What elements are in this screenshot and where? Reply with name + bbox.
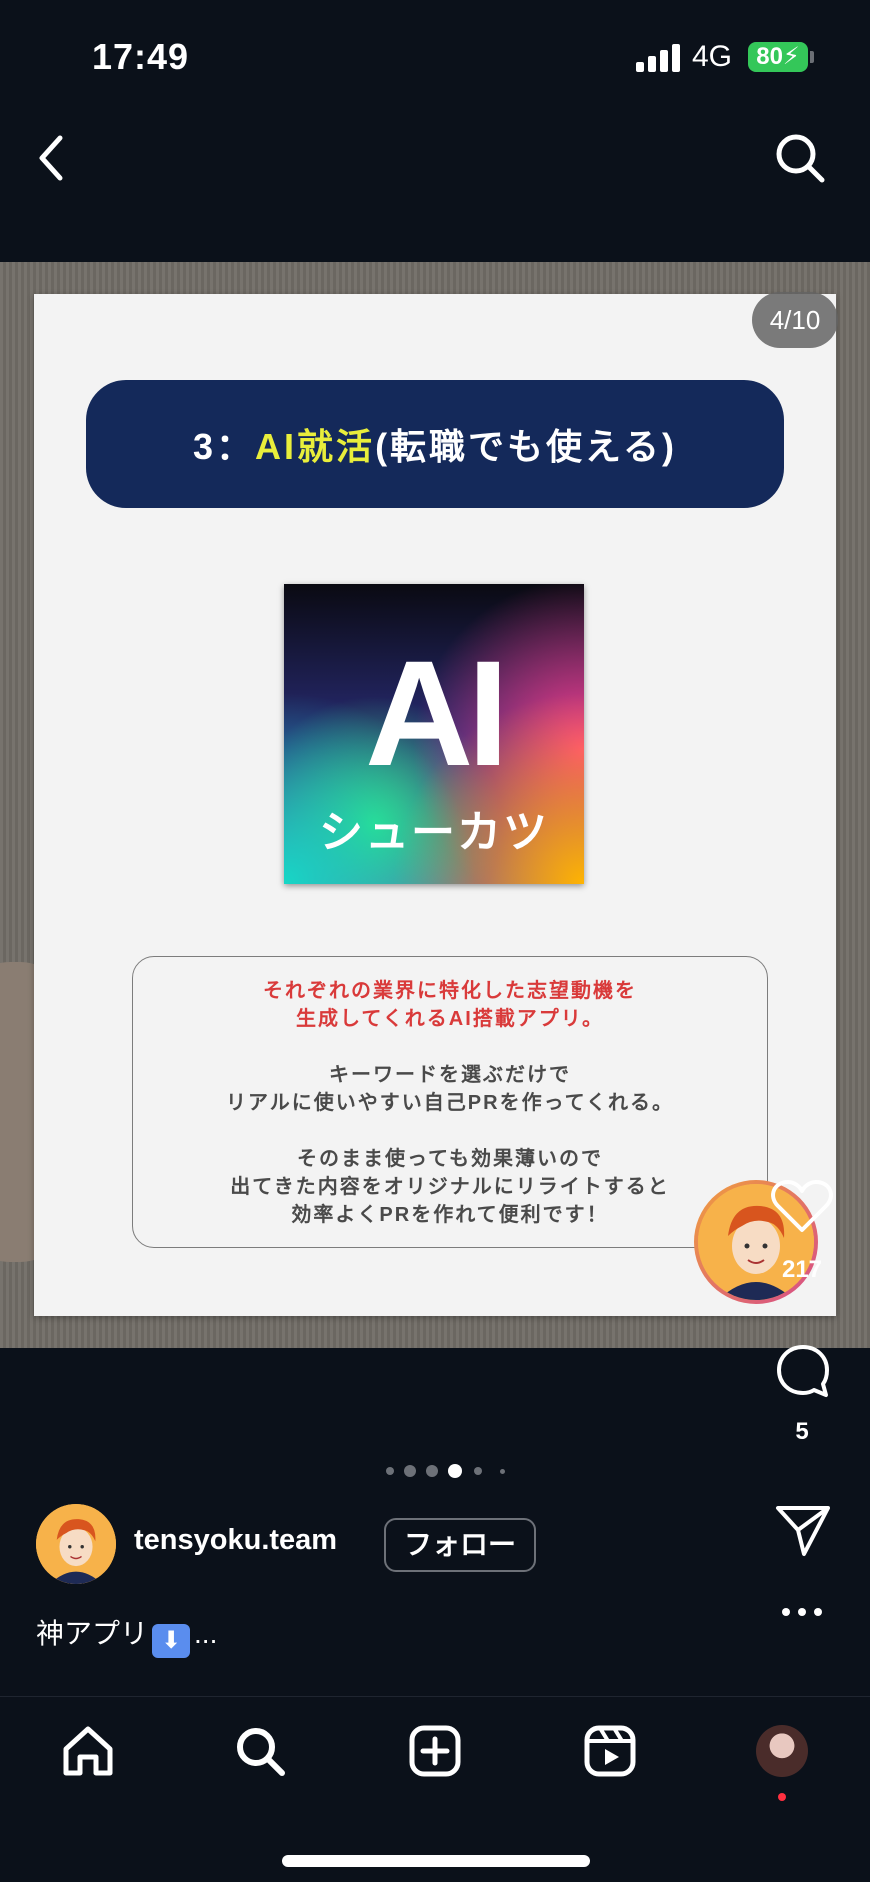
desc-line: 効率よくPRを作れて便利です！ bbox=[291, 1204, 609, 1226]
search-icon[interactable] bbox=[772, 130, 828, 186]
carousel-dot bbox=[500, 1469, 505, 1474]
post-caption[interactable]: 神アプリ ⬇... bbox=[36, 1612, 217, 1658]
battery-level: 80 bbox=[756, 43, 783, 70]
carousel-dot-active bbox=[448, 1464, 462, 1478]
slide-title: 3： AI就活 (転職でも使える) bbox=[86, 380, 784, 508]
paper-plane-icon[interactable] bbox=[774, 1502, 832, 1558]
description-box: それぞれの業界に特化した志望動機を 生成してくれるAI搭載アプリ。 キーワードを… bbox=[132, 956, 768, 1248]
profile-avatar[interactable] bbox=[756, 1725, 808, 1777]
carousel-dot bbox=[474, 1467, 482, 1475]
desc-line: リアルに使いやすい自己PRを作ってくれる。 bbox=[226, 1092, 674, 1114]
user-avatar[interactable] bbox=[36, 1504, 116, 1584]
like-count: 217 bbox=[781, 1256, 823, 1283]
search-icon[interactable] bbox=[232, 1723, 288, 1779]
title-suffix: (転職でも使える) bbox=[375, 426, 677, 467]
back-chevron-icon[interactable] bbox=[30, 128, 74, 188]
more-dots-icon[interactable] bbox=[780, 1606, 824, 1618]
bottom-navigation bbox=[0, 1696, 870, 1882]
avatar-drawing bbox=[36, 1504, 116, 1584]
notification-dot bbox=[778, 1793, 786, 1801]
carousel-dot bbox=[404, 1465, 416, 1477]
desc-gap bbox=[133, 1033, 767, 1061]
carousel-dot bbox=[426, 1465, 438, 1477]
desc-line: 出てきた内容をオリジナルにリライトすると bbox=[230, 1176, 670, 1198]
comment-count: 5 bbox=[795, 1418, 809, 1445]
title-accent: AI就活 bbox=[255, 426, 376, 467]
desc-line: それぞれの業界に特化した志望動機を bbox=[263, 980, 637, 1002]
slide-card: 3： AI就活 (転職でも使える) AI シューカツ それぞれの業界に特化した志… bbox=[34, 294, 836, 1316]
page-counter: 4/10 bbox=[752, 292, 838, 348]
caption-text: 神アプリ bbox=[36, 1618, 149, 1649]
follow-button[interactable]: フォロー bbox=[384, 1518, 536, 1572]
status-time: 17:49 bbox=[92, 36, 190, 77]
home-icon[interactable] bbox=[60, 1723, 116, 1779]
app-icon-image: AI シューカツ bbox=[284, 584, 584, 884]
cellular-signal-icon bbox=[636, 44, 680, 72]
username[interactable]: tensyoku.team bbox=[134, 1524, 337, 1557]
app-icon-big-text: AI bbox=[365, 629, 509, 797]
create-post-icon[interactable] bbox=[407, 1723, 463, 1779]
battery-tip bbox=[810, 51, 814, 63]
network-type: 4G bbox=[692, 40, 733, 73]
title-prefix: 3： bbox=[193, 426, 256, 467]
comment-bubble-icon[interactable] bbox=[774, 1342, 832, 1400]
desc-line: キーワードを選ぶだけで bbox=[329, 1064, 571, 1086]
battery-indicator: 80⚡ bbox=[748, 42, 808, 72]
heart-icon[interactable] bbox=[770, 1178, 834, 1234]
down-arrow-emoji-icon: ⬇ bbox=[152, 1624, 191, 1658]
caption-more[interactable]: ... bbox=[194, 1618, 217, 1649]
desc-line: 生成してくれるAI搭載アプリ。 bbox=[296, 1008, 604, 1030]
status-bar: 17:49 4G 80⚡ bbox=[0, 0, 870, 120]
desc-gap bbox=[133, 1117, 767, 1145]
home-indicator bbox=[282, 1855, 590, 1867]
reels-icon[interactable] bbox=[582, 1723, 638, 1779]
carousel-indicator bbox=[384, 1462, 508, 1480]
carousel-dot bbox=[386, 1467, 394, 1475]
app-icon-sub-text: シューカツ bbox=[319, 808, 549, 857]
desc-line: そのまま使っても効果薄いので bbox=[297, 1148, 603, 1170]
